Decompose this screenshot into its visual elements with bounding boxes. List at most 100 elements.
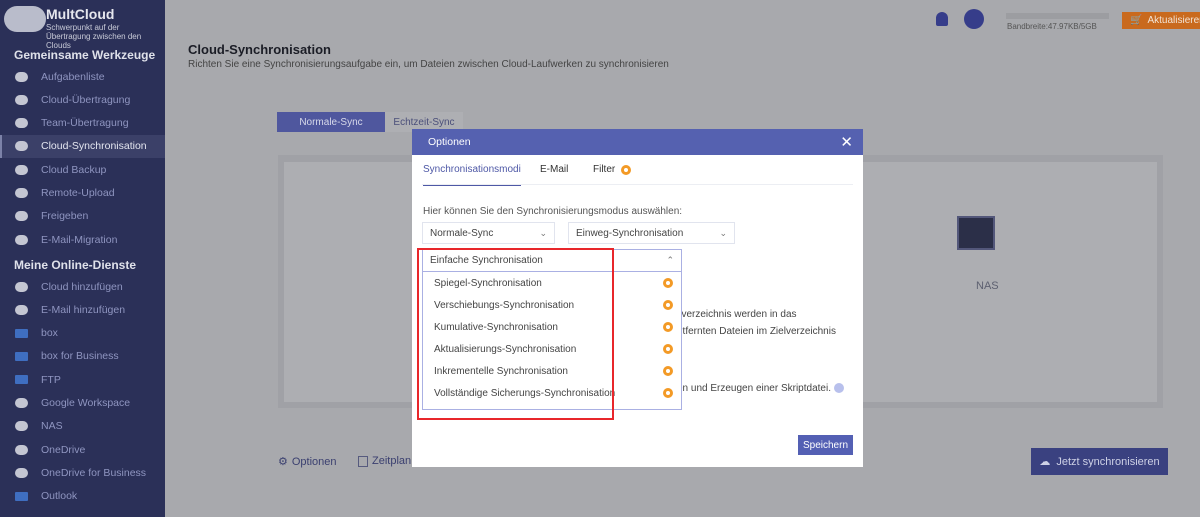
premium-star-icon — [663, 366, 673, 376]
help-icon[interactable] — [833, 383, 844, 394]
sidebar-item-label: box for Business — [41, 350, 119, 363]
sidebar-item-label: NAS — [41, 420, 63, 433]
cloud-add-icon — [15, 281, 28, 292]
box-icon — [15, 328, 28, 338]
sidebar-item-aufgabenliste[interactable]: Aufgabenliste — [0, 65, 165, 88]
sidebar-item-box[interactable]: box — [0, 322, 165, 345]
mode-description-1: llverzeichnis werden in das — [677, 309, 797, 320]
premium-star-icon — [663, 344, 673, 354]
sidebar-item-onedrive[interactable]: OneDrive — [0, 438, 165, 461]
direction-select[interactable]: Einweg-Synchronisation ⌄ — [568, 222, 735, 244]
cloud-sync-icon: ☁ — [1039, 456, 1051, 468]
premium-star-icon — [663, 300, 673, 310]
sidebar-item-cloud-hinzuf-gen[interactable]: Cloud hinzufügen — [0, 275, 165, 298]
nas-icon[interactable] — [957, 216, 995, 250]
sidebar-item-remote-upload[interactable]: Remote-Upload — [0, 182, 165, 205]
sidebar-item-label: Outlook — [41, 490, 78, 503]
outlook-icon — [15, 491, 28, 501]
sidebar-item-freigeben[interactable]: Freigeben — [0, 205, 165, 228]
onedrive-icon — [15, 467, 28, 478]
tab-filter[interactable]: Filter — [593, 164, 632, 175]
bandwidth-bar — [1006, 13, 1109, 19]
gear-icon: ⚙ — [278, 456, 288, 468]
sidebar-item-label: box — [41, 327, 58, 340]
sidebar: MultCloud Schwerpunkt auf der Übertragun… — [0, 0, 165, 517]
mode-prompt: Hier können Sie den Synchronisierungsmod… — [423, 206, 683, 217]
premium-star-icon — [663, 388, 673, 398]
section-heading-tools: Gemeinsame Werkzeuge — [14, 48, 156, 62]
sync-now-button[interactable]: ☁ Jetzt synchronisieren — [1031, 448, 1168, 475]
sidebar-item-nas[interactable]: NAS — [0, 415, 165, 438]
sidebar-item-cloud-backup[interactable]: Cloud Backup — [0, 158, 165, 181]
sidebar-item-label: Aufgabenliste — [41, 70, 105, 83]
tab-divider — [422, 184, 853, 185]
sidebar-item-e-mail-migration[interactable]: E-Mail-Migration — [0, 228, 165, 251]
sidebar-item-cloud-synchronisation[interactable]: Cloud-Synchronisation — [0, 134, 165, 158]
tab-normal-sync[interactable]: Normale-Sync — [277, 112, 385, 132]
share-icon — [15, 211, 28, 222]
app-tagline: Schwerpunkt auf der Übertragung zwischen… — [46, 23, 142, 50]
dialog-header: Optionen — [412, 129, 863, 155]
schedule-checkbox[interactable]: Zeitplan — [358, 455, 411, 467]
cloud-sync-icon — [15, 141, 28, 152]
onedrive-icon — [15, 444, 28, 455]
sidebar-item-ftp[interactable]: FTP — [0, 368, 165, 391]
premium-star-icon — [663, 322, 673, 332]
tab-email[interactable]: E-Mail — [540, 164, 568, 175]
avatar[interactable] — [964, 9, 984, 29]
sidebar-item-cloud-bertragung[interactable]: Cloud-Übertragung — [0, 88, 165, 111]
sidebar-item-label: OneDrive — [41, 443, 86, 456]
google-icon — [15, 398, 28, 408]
sync-type-select[interactable]: Normale-Sync ⌄ — [422, 222, 555, 244]
bandwidth-text: Bandbreite:47.97KB/5GB — [1007, 22, 1097, 31]
sync-type-value: Normale-Sync — [430, 227, 494, 239]
sidebar-item-label: Cloud Backup — [41, 163, 107, 176]
sidebar-item-label: Team-Übertragung — [41, 117, 129, 130]
bell-icon[interactable] — [936, 12, 948, 26]
sidebar-item-label: Freigeben — [41, 210, 89, 223]
script-description: en und Erzeugen einer Skriptdatei. — [677, 383, 844, 394]
sidebar-item-onedrive-for-business[interactable]: OneDrive for Business — [0, 461, 165, 484]
save-button[interactable]: Speichern — [798, 435, 853, 455]
tab-sync-modes[interactable]: Synchronisationsmodi — [423, 164, 521, 186]
team-transfer-icon — [15, 118, 28, 129]
cloud-transfer-icon — [15, 94, 28, 105]
nas-icon — [15, 421, 28, 432]
ftp-icon — [15, 375, 28, 385]
box-icon — [15, 351, 28, 361]
sidebar-item-e-mail-hinzuf-gen[interactable]: E-Mail hinzufügen — [0, 298, 165, 321]
close-icon[interactable]: ✕ — [840, 133, 853, 151]
cart-icon: 🛒 — [1130, 15, 1143, 26]
schedule-label: Zeitplan — [372, 455, 412, 467]
sidebar-item-label: E-Mail-Migration — [41, 233, 118, 246]
sidebar-item-outlook[interactable]: Outlook — [0, 485, 165, 508]
sidebar-item-label: Google Workspace — [41, 397, 131, 409]
sidebar-item-label: E-Mail hinzufügen — [41, 303, 126, 316]
page-title: Cloud-Synchronisation — [188, 42, 331, 57]
mode-description-2: ntfernten Dateien im Zielverzeichnis — [677, 326, 836, 337]
direction-value: Einweg-Synchronisation — [576, 227, 684, 239]
sidebar-item-box-for-business[interactable]: box for Business — [0, 345, 165, 368]
sidebar-item-label: Cloud hinzufügen — [41, 280, 123, 293]
sidebar-item-label: FTP — [41, 373, 61, 386]
chevron-up-icon: ⌃ — [666, 255, 674, 265]
upgrade-label: Aktualisieren — [1147, 15, 1200, 26]
options-label: Optionen — [291, 455, 337, 468]
highlight-box — [417, 248, 614, 420]
app-name: MultCloud — [46, 6, 115, 22]
sidebar-item-label: Cloud-Übertragung — [41, 93, 131, 106]
dialog-title: Optionen — [428, 136, 471, 148]
sidebar-item-label: Cloud-Synchronisation — [41, 140, 147, 153]
sidebar-item-google-workspace[interactable]: Google Workspace — [0, 392, 165, 415]
target-label: NAS — [976, 280, 999, 292]
premium-star-icon — [663, 278, 673, 288]
page-subtitle: Richten Sie eine Synchronisierungsaufgab… — [188, 59, 669, 70]
checkbox-icon — [358, 455, 368, 467]
premium-star-icon — [621, 164, 632, 175]
email-add-icon — [15, 304, 28, 315]
section-heading-services: Meine Online-Dienste — [14, 258, 137, 272]
options-link[interactable]: ⚙ Optionen — [278, 455, 337, 469]
cloud-backup-icon — [15, 164, 28, 175]
upgrade-button[interactable]: 🛒 Aktualisieren — [1122, 12, 1200, 29]
sidebar-item-team-bertragung[interactable]: Team-Übertragung — [0, 112, 165, 135]
